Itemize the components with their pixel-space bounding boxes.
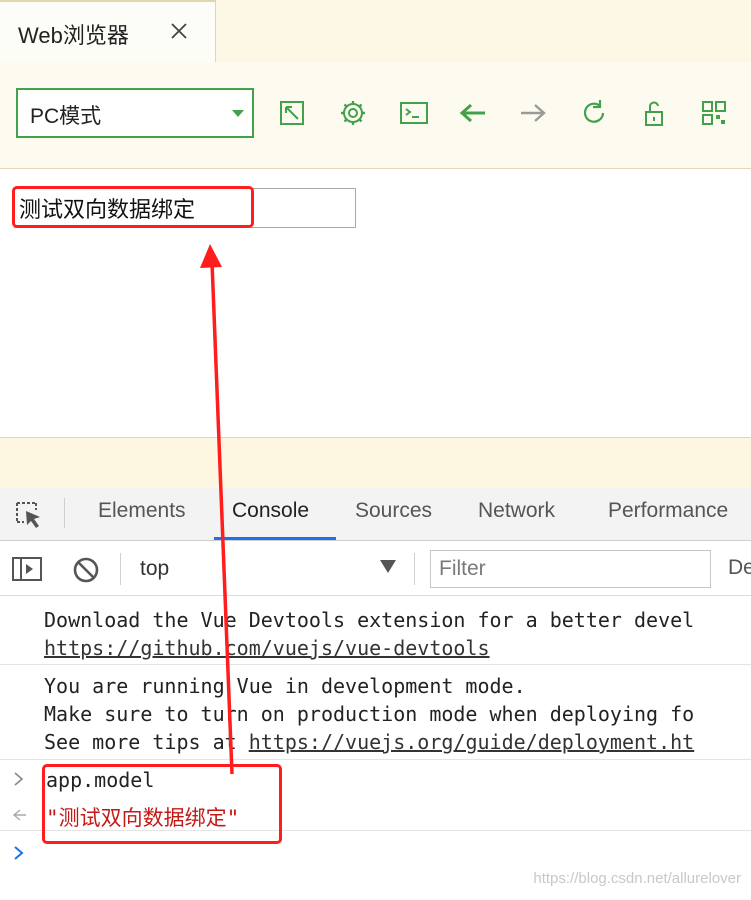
- divider: [0, 830, 751, 831]
- console-result-string: "测试双向数据绑定": [46, 806, 240, 830]
- model-input[interactable]: [14, 188, 356, 228]
- tab-network[interactable]: Network: [478, 499, 555, 523]
- tab-console[interactable]: Console: [232, 499, 309, 523]
- mode-select-label: PC模式: [30, 105, 102, 128]
- result-arrow-icon: [12, 809, 26, 821]
- console-link[interactable]: https://github.com/vuejs/vue-devtools: [44, 636, 490, 660]
- unlock-icon[interactable]: [638, 97, 670, 129]
- qr-code-icon[interactable]: [698, 97, 730, 129]
- inspect-element-icon[interactable]: [14, 500, 46, 530]
- settings-gear-icon[interactable]: [337, 97, 369, 129]
- console-message-text: Download the Vue Devtools extension for …: [44, 608, 695, 632]
- tab-performance[interactable]: Performance: [608, 499, 728, 523]
- refresh-icon[interactable]: [578, 97, 610, 129]
- chevron-down-icon: [232, 110, 244, 117]
- sidebar-toggle-icon[interactable]: [12, 556, 42, 582]
- console-message-line: See more tips at https://vuejs.org/guide…: [44, 730, 694, 754]
- divider: [0, 664, 751, 665]
- mode-select[interactable]: PC模式: [16, 88, 254, 138]
- page-bottom-strip: [0, 437, 751, 488]
- forward-arrow-icon[interactable]: [517, 97, 549, 129]
- active-tab-indicator: [214, 537, 336, 540]
- terminal-icon[interactable]: [398, 97, 430, 129]
- log-levels-select[interactable]: De: [728, 556, 751, 580]
- divider: [0, 759, 751, 760]
- context-select[interactable]: top: [140, 557, 169, 581]
- filter-input[interactable]: [430, 550, 711, 588]
- divider: [414, 553, 415, 585]
- browser-tab-title: Web浏览器: [18, 23, 129, 48]
- close-icon[interactable]: [168, 20, 190, 42]
- chevron-right-icon: [14, 772, 24, 786]
- divider: [120, 553, 121, 585]
- console-link[interactable]: https://vuejs.org/guide/deployment.ht: [249, 730, 695, 754]
- console-message-text: See more tips at: [44, 730, 249, 754]
- back-arrow-icon[interactable]: [457, 97, 489, 129]
- chevron-down-icon[interactable]: [380, 560, 396, 573]
- clear-console-icon[interactable]: [72, 556, 100, 584]
- open-external-icon[interactable]: [277, 97, 309, 129]
- divider: [64, 498, 65, 528]
- console-prompt-icon[interactable]: [12, 844, 26, 862]
- console-message-text: Make sure to turn on production mode whe…: [44, 702, 695, 726]
- watermark: https://blog.csdn.net/allurelover: [533, 870, 741, 887]
- console-input-expression: app.model: [46, 768, 155, 792]
- console-message-text: You are running Vue in development mode.: [44, 674, 526, 698]
- tab-elements[interactable]: Elements: [98, 499, 186, 523]
- tab-sources[interactable]: Sources: [355, 499, 432, 523]
